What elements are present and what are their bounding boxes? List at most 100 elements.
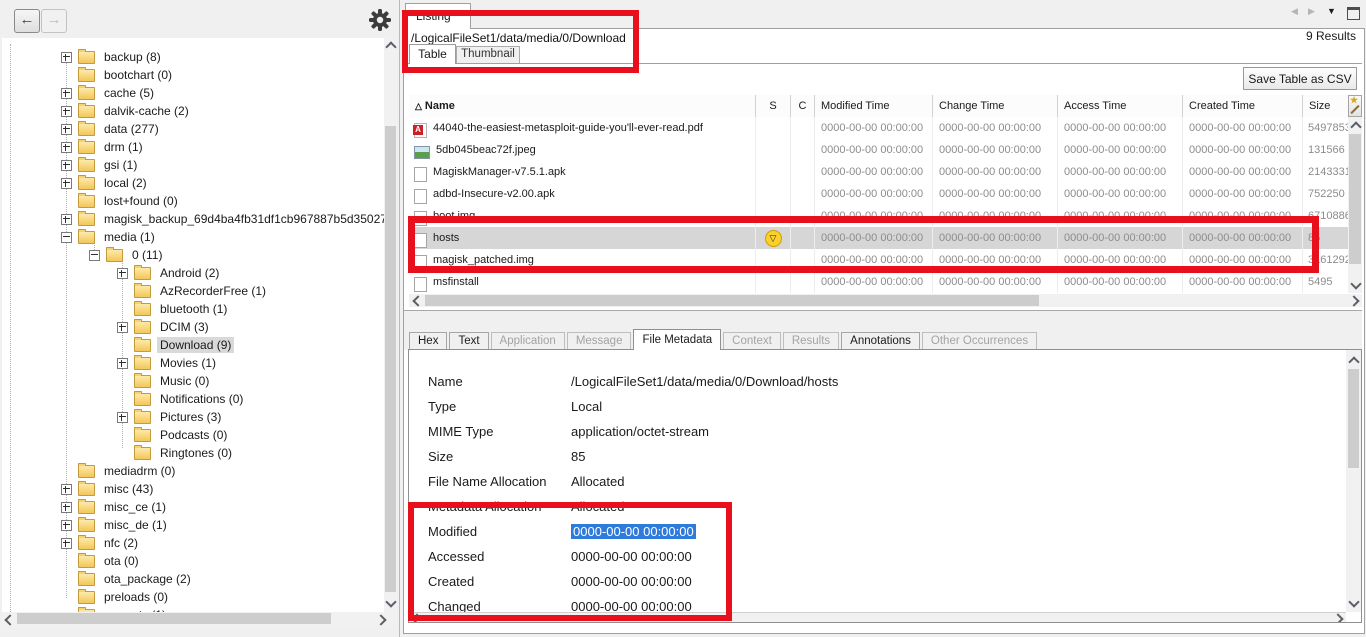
back-button[interactable]: ← <box>14 9 40 33</box>
table-row-msfinstall[interactable]: msfinstall0000-00-00 00:00:000000-00-00 … <box>409 271 1348 293</box>
tree-item-ringtones-0[interactable]: Ringtones (0) <box>2 444 384 462</box>
metadata-vertical-scrollbar[interactable] <box>1346 350 1361 612</box>
metadata-horizontal-scrollbar[interactable] <box>409 612 1346 623</box>
scroll-right-arrow-icon[interactable] <box>1332 613 1343 623</box>
expand-icon[interactable] <box>61 538 72 549</box>
expand-icon[interactable] <box>61 160 72 171</box>
tree-item-bluetooth-1[interactable]: bluetooth (1) <box>2 300 384 318</box>
table-vertical-scrollbar[interactable] <box>1348 117 1362 293</box>
maximize-icon[interactable] <box>1347 7 1360 20</box>
expand-icon[interactable] <box>61 52 72 63</box>
scroll-down-arrow-icon[interactable] <box>1350 278 1361 289</box>
tree-item-azrecorderfree-1[interactable]: AzRecorderFree (1) <box>2 282 384 300</box>
tree-item-ota-0[interactable]: ota (0) <box>2 552 384 570</box>
expand-icon[interactable] <box>117 268 128 279</box>
tree-item-download-9[interactable]: Download (9) <box>2 336 384 354</box>
expand-icon[interactable] <box>61 214 72 225</box>
tree-item-ota-package-2[interactable]: ota_package (2) <box>2 570 384 588</box>
tree-item-dcim-3[interactable]: DCIM (3) <box>2 318 384 336</box>
expand-icon[interactable] <box>61 484 72 495</box>
table-row-boot-img[interactable]: boot.img0000-00-00 00:00:000000-00-00 00… <box>409 205 1348 228</box>
next-window-icon[interactable]: ▶ <box>1308 6 1315 17</box>
scrollbar-thumb[interactable] <box>17 613 331 624</box>
panel-divider[interactable] <box>399 0 400 637</box>
collapse-icon[interactable] <box>89 250 100 261</box>
tree-item-magisk-backup-69d4ba4fb31df1cb[interactable]: magisk_backup_69d4ba4fb31df1cb967887b5d3… <box>2 210 384 228</box>
table-row-hosts[interactable]: hosts▽0000-00-00 00:00:000000-00-00 00:0… <box>409 227 1348 250</box>
tree-item-data-277[interactable]: data (277) <box>2 120 384 138</box>
tree-item-lost-found-0[interactable]: lost+found (0) <box>2 192 384 210</box>
table-horizontal-scrollbar[interactable] <box>409 294 1362 307</box>
expand-icon[interactable] <box>61 502 72 513</box>
tree-item-backup-8[interactable]: backup (8) <box>2 48 384 66</box>
tab-listing[interactable]: Listing <box>405 3 471 29</box>
tree-item-misc-de-1[interactable]: misc_de (1) <box>2 516 384 534</box>
gear-icon[interactable] <box>368 8 392 32</box>
tree-item-mediadrm-0[interactable]: mediadrm (0) <box>2 462 384 480</box>
scrollbar-thumb[interactable] <box>1348 369 1359 468</box>
expand-icon[interactable] <box>61 124 72 135</box>
tree-item-cache-5[interactable]: cache (5) <box>2 84 384 102</box>
table-row-adbd-insecure-v2-00-apk[interactable]: adbd-Insecure-v2.00.apk0000-00-00 00:00:… <box>409 183 1348 206</box>
tab-thumbnail[interactable]: Thumbnail <box>456 46 520 64</box>
column-header-access-time[interactable]: Access Time <box>1058 95 1183 117</box>
scroll-down-arrow-icon[interactable] <box>1348 596 1359 607</box>
tree-item-misc-43[interactable]: misc (43) <box>2 480 384 498</box>
scroll-left-arrow-icon[interactable] <box>411 613 422 623</box>
column-header-size[interactable]: Size <box>1303 95 1348 117</box>
column-header-name[interactable]: △Name <box>409 95 756 117</box>
tree-item-preloads-0[interactable]: preloads (0) <box>2 588 384 606</box>
tree-item-movies-1[interactable]: Movies (1) <box>2 354 384 372</box>
tree-item-0-11[interactable]: 0 (11) <box>2 246 384 264</box>
scrollbar-thumb[interactable] <box>385 126 396 592</box>
column-settings-icon[interactable]: ★ <box>1348 95 1362 117</box>
table-row-magiskmanager-v7-5-1-apk[interactable]: MagiskManager-v7.5.1.apk0000-00-00 00:00… <box>409 161 1348 184</box>
tab-hex[interactable]: Hex <box>409 332 447 350</box>
tree-item-media-1[interactable]: media (1) <box>2 228 384 246</box>
table-row-44040-the-easiest-metasploit-g[interactable]: 44040-the-easiest-metasploit-guide-you'l… <box>409 117 1348 140</box>
scroll-up-arrow-icon[interactable] <box>385 41 396 52</box>
forward-button[interactable]: → <box>41 9 67 33</box>
tab-text[interactable]: Text <box>449 332 488 350</box>
expand-icon[interactable] <box>61 88 72 99</box>
prev-window-icon[interactable]: ◀ <box>1291 6 1298 17</box>
scroll-right-arrow-icon[interactable] <box>1348 295 1359 306</box>
tree-item-local-2[interactable]: local (2) <box>2 174 384 192</box>
tree-item-dalvik-cache-2[interactable]: dalvik-cache (2) <box>2 102 384 120</box>
tree-item-notifications-0[interactable]: Notifications (0) <box>2 390 384 408</box>
scroll-left-arrow-icon[interactable] <box>4 614 15 625</box>
scroll-up-arrow-icon[interactable] <box>1348 356 1359 367</box>
expand-icon[interactable] <box>117 322 128 333</box>
tree-item-android-2[interactable]: Android (2) <box>2 264 384 282</box>
tab-annotations[interactable]: Annotations <box>841 332 920 350</box>
scroll-up-arrow-icon[interactable] <box>1350 121 1361 132</box>
metadata-value[interactable]: 0000-00-00 00:00:00 <box>571 524 696 539</box>
expand-icon[interactable] <box>61 106 72 117</box>
expand-icon[interactable] <box>61 178 72 189</box>
scroll-down-arrow-icon[interactable] <box>385 596 396 607</box>
scroll-left-arrow-icon[interactable] <box>412 295 423 306</box>
scrollbar-thumb[interactable] <box>425 295 1039 306</box>
tree-item-pictures-3[interactable]: Pictures (3) <box>2 408 384 426</box>
column-header-change-time[interactable]: Change Time <box>933 95 1058 117</box>
table-row-5db045beac72f-jpeg[interactable]: 5db045beac72f.jpeg0000-00-00 00:00:00000… <box>409 139 1348 162</box>
save-table-as-csv-button[interactable]: Save Table as CSV <box>1243 67 1357 90</box>
tree-vertical-scrollbar[interactable] <box>384 38 397 612</box>
expand-icon[interactable] <box>117 358 128 369</box>
expand-icon[interactable] <box>117 412 128 423</box>
column-header-created-time[interactable]: Created Time <box>1183 95 1303 117</box>
table-row-magisk-patched-img[interactable]: magisk_patched.img0000-00-00 00:00:00000… <box>409 249 1348 272</box>
tree-item-nfc-2[interactable]: nfc (2) <box>2 534 384 552</box>
tree-item-drm-1[interactable]: drm (1) <box>2 138 384 156</box>
tree-horizontal-scrollbar[interactable] <box>2 612 397 626</box>
expand-icon[interactable] <box>61 520 72 531</box>
column-header-modified-time[interactable]: Modified Time <box>815 95 933 117</box>
column-header-c[interactable]: C <box>791 95 815 117</box>
tree-item-misc-ce-1[interactable]: misc_ce (1) <box>2 498 384 516</box>
tree-item-podcasts-0[interactable]: Podcasts (0) <box>2 426 384 444</box>
scrollbar-thumb[interactable] <box>1349 134 1361 264</box>
expand-icon[interactable] <box>61 142 72 153</box>
tab-file-metadata[interactable]: File Metadata <box>633 329 721 350</box>
tree-item-music-0[interactable]: Music (0) <box>2 372 384 390</box>
tree-item-bootchart-0[interactable]: bootchart (0) <box>2 66 384 84</box>
